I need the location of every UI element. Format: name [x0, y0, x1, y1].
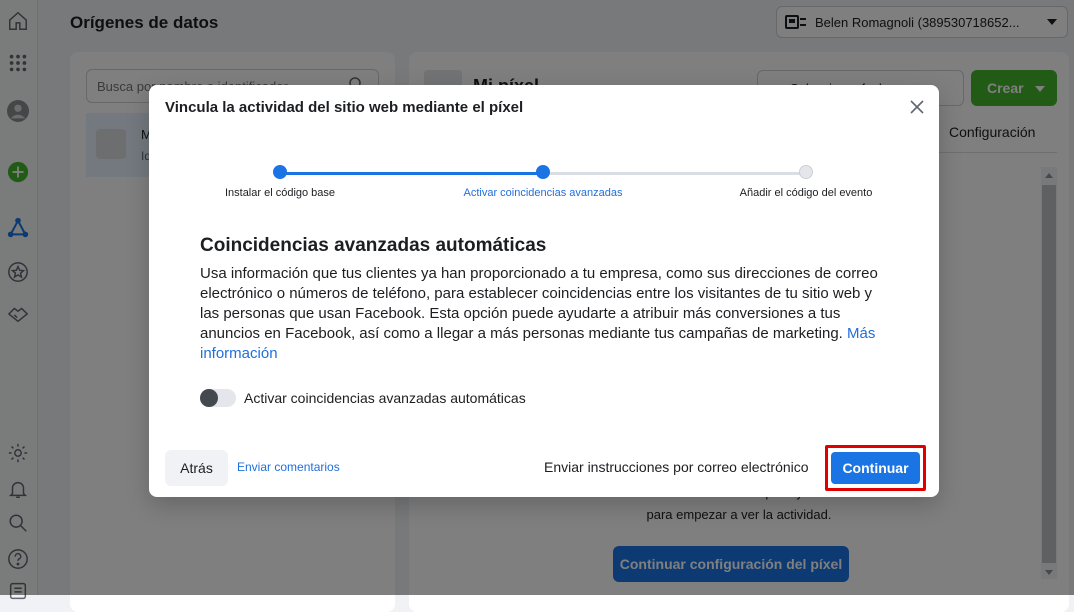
toggle-knob [200, 389, 218, 407]
step-label-install: Instalar el código base [224, 187, 336, 199]
stepper-line-complete [280, 172, 543, 175]
close-icon [910, 100, 924, 114]
highlight-box: Continuar [825, 445, 926, 491]
continue-button[interactable]: Continuar [831, 452, 920, 484]
stepper-line-pending [543, 172, 806, 175]
progress-stepper: Instalar el código base Activar coincide… [149, 157, 939, 207]
pixel-setup-dialog: Vincula la actividad del sitio web media… [149, 85, 939, 497]
section-description: Usa información que tus clientes ya han … [200, 264, 890, 364]
email-instructions-button[interactable]: Enviar instrucciones por correo electrón… [544, 459, 809, 475]
back-button[interactable]: Atrás [165, 450, 228, 486]
toggle-label: Activar coincidencias avanzadas automáti… [244, 390, 526, 406]
description-text: Usa información que tus clientes ya han … [200, 265, 878, 342]
step-dot-todo [799, 165, 813, 179]
step-dot-current [536, 165, 550, 179]
step-label-advanced-matching: Activar coincidencias avanzadas [463, 187, 623, 199]
step-dot-done [273, 165, 287, 179]
close-button[interactable] [903, 93, 931, 121]
step-label-event-code: Añadir el código del evento [739, 187, 873, 199]
send-feedback-link[interactable]: Enviar comentarios [237, 460, 340, 474]
dialog-title: Vincula la actividad del sitio web media… [165, 99, 524, 116]
section-heading: Coincidencias avanzadas automáticas [200, 235, 547, 256]
advanced-matching-toggle[interactable] [200, 389, 236, 407]
